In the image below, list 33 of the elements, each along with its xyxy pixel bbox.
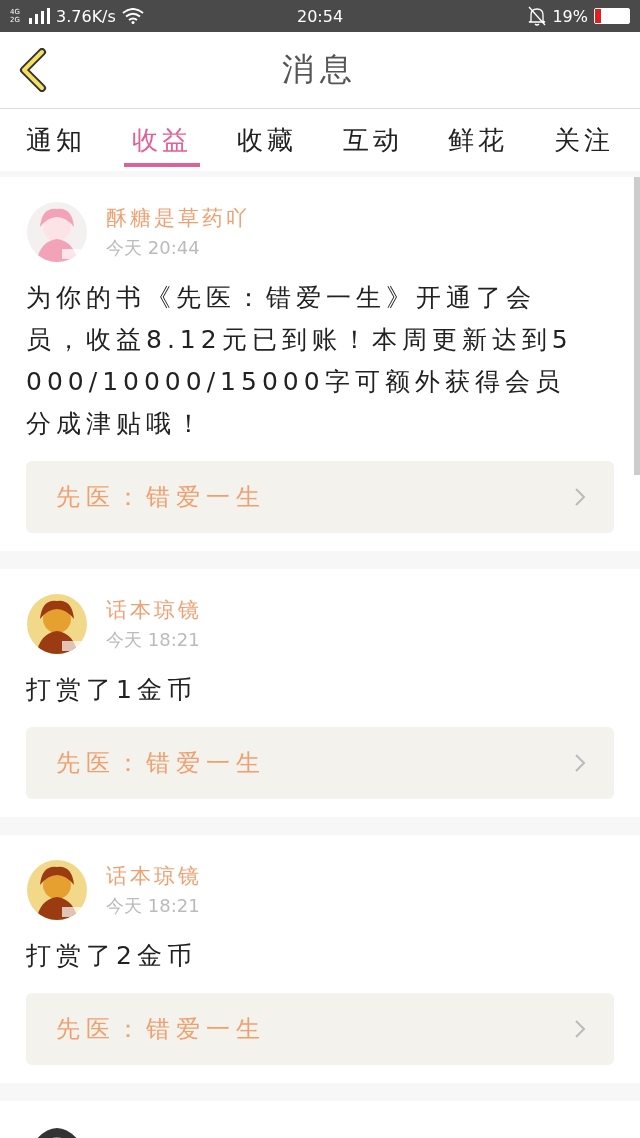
message-time: 今天 18:21	[106, 894, 201, 918]
page-title: 消息	[282, 49, 358, 90]
message-time: 今天 18:21	[106, 628, 201, 652]
book-link[interactable]: 先医：错爱一生	[26, 461, 614, 533]
wifi-icon	[121, 8, 144, 24]
book-title: 先医：错爱一生	[56, 748, 266, 779]
tab[interactable]: 关注	[545, 109, 622, 167]
network-speed: 3.76K/s	[56, 6, 116, 26]
tab[interactable]: 收藏	[229, 109, 306, 167]
battery-percent: 19%	[552, 6, 588, 26]
message-text: 打赏了1金币	[26, 674, 198, 706]
book-title: 先医：错爱一生	[56, 482, 266, 513]
message-text: 打赏了2金币	[26, 940, 198, 972]
book-title: 先医：错爱一生	[56, 1014, 266, 1045]
signal-icon	[28, 8, 50, 24]
tab[interactable]: 收益	[123, 109, 200, 167]
sender-name[interactable]: 话本琼镜	[106, 862, 202, 890]
book-link[interactable]: 先医：错爱一生	[26, 993, 614, 1065]
chevron-right-icon	[574, 1019, 586, 1039]
tab[interactable]: 鲜花	[440, 109, 517, 167]
sender-name[interactable]: 酥糖是草药吖	[106, 204, 250, 232]
message-text: 为你的书《先医：错爱一生》开通了会员，收益8.12元已到账！本周更新达到5000/10000/15000字可额外获得会员分成津贴哦！	[26, 282, 574, 440]
book-link[interactable]: 先医：错爱一生	[26, 727, 614, 799]
tab[interactable]: 通知	[18, 109, 94, 167]
tab[interactable]: 互动	[334, 109, 411, 167]
battery-icon	[594, 8, 630, 24]
back-icon[interactable]	[18, 48, 48, 92]
mute-bell-icon	[528, 6, 547, 26]
clock: 20:54	[296, 6, 344, 26]
sender-name[interactable]: 话本琼镜	[106, 596, 202, 624]
chevron-right-icon	[574, 753, 586, 773]
chevron-right-icon	[574, 487, 586, 507]
message-time: 今天 20:44	[106, 236, 201, 260]
